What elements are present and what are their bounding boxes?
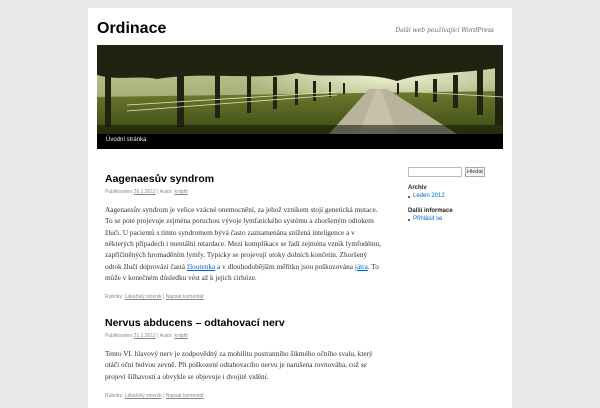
more-info-widget-title: Další informace [408, 208, 453, 214]
post-content: Tento VI. hlavový nerv je zodpovědný za … [105, 348, 385, 382]
post-text: a v dlouhodobějším měřítku jsou poškozov… [215, 261, 355, 271]
published-label: Publikováno [105, 333, 133, 339]
post: Nervus abducens – odtahovací nerv Publik… [105, 316, 385, 400]
comment-link[interactable]: Napsat komentář [166, 294, 204, 300]
post-meta: Publikováno 21.1.2012 | Autor: knight [105, 332, 385, 340]
header-image [97, 45, 503, 134]
category-label: Rubriky: [105, 294, 124, 301]
post-date-link[interactable]: 29.1.2012 [134, 189, 156, 195]
post: Aagenaesův syndrom Publikováno 29.1.2012… [105, 172, 385, 301]
site-title[interactable]: Ordinace [97, 20, 166, 38]
search-button[interactable]: Hledat [465, 167, 485, 177]
archive-widget-title: Archiv [408, 185, 427, 191]
category-label: Rubriky: [105, 393, 124, 400]
published-label: Publikováno [105, 189, 133, 195]
post-title[interactable]: Aagenaesův syndrom [105, 172, 385, 186]
nav-item-home[interactable]: Úvodní stránka [106, 137, 146, 143]
search-input[interactable] [408, 167, 462, 177]
bullet-icon [408, 219, 410, 221]
meta-separator: | [157, 333, 159, 339]
archive-link-leden-2012[interactable]: Leden 2012 [413, 193, 445, 199]
meta-separator: | [157, 189, 159, 195]
inline-link-jatra[interactable]: játra [355, 262, 368, 271]
post-date-link[interactable]: 21.1.2012 [134, 333, 156, 339]
post-meta: Publikováno 29.1.2012 | Autor: knight [105, 188, 385, 196]
author-label: Autor: [159, 189, 174, 195]
post-title[interactable]: Nervus abducens – odtahovací nerv [105, 316, 385, 330]
page-wrapper: Ordinace Další web používající WordPress [88, 8, 512, 408]
login-link[interactable]: Přihlásit se [413, 216, 442, 222]
post-text: Tento VI. hlavový nerv je zodpovědný za … [105, 349, 373, 381]
post-utility: Rubriky: Lékařský slovník | Napsat komen… [105, 293, 385, 301]
site-description: Další web používající WordPress [395, 27, 494, 34]
main-navigation: Úvodní stránka [97, 134, 503, 149]
author-link[interactable]: knight [174, 333, 187, 339]
category-link[interactable]: Lékařský slovník [125, 294, 162, 300]
author-label: Autor: [159, 333, 174, 339]
category-link[interactable]: Lékařský slovník [125, 393, 162, 399]
utility-separator: | [163, 393, 165, 400]
utility-separator: | [163, 294, 165, 301]
comment-link[interactable]: Napsat komentář [166, 393, 204, 399]
post-utility: Rubriky: Lékařský slovník | Napsat komen… [105, 392, 385, 400]
bullet-icon [408, 196, 410, 198]
inline-link-zloutenka[interactable]: žloutenka [187, 262, 215, 271]
post-content: Aagenaesův syndrom je velice vzácné onem… [105, 204, 385, 283]
author-link[interactable]: knight [174, 189, 187, 195]
